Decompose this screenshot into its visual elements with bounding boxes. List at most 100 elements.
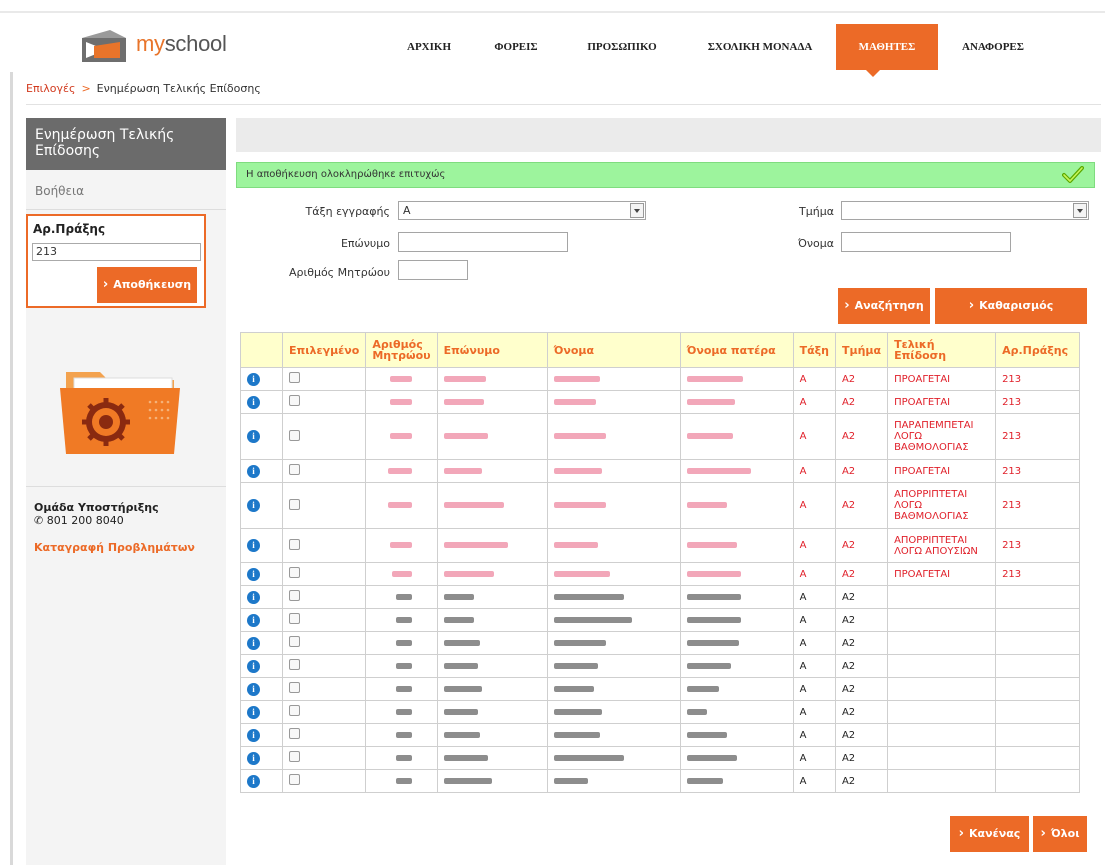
- table-row[interactable]: i Α Α2: [240, 769, 1081, 793]
- info-icon[interactable]: i: [247, 590, 260, 604]
- col-header-patronymo[interactable]: Όνομα πατέρα: [679, 332, 794, 368]
- select-checkbox[interactable]: [289, 659, 300, 670]
- table-cell: [436, 677, 548, 701]
- table-cell: [436, 585, 548, 609]
- info-icon[interactable]: i: [247, 395, 260, 409]
- table-row[interactable]: i Α Α2: [240, 677, 1081, 701]
- nav-prosopiko[interactable]: ΠΡΟΣΩΠΙΚΟ: [572, 24, 672, 70]
- col-header-onoma[interactable]: Όνομα: [546, 332, 681, 368]
- myschool-logo[interactable]: myschool: [80, 28, 240, 64]
- select-checkbox[interactable]: [289, 429, 300, 441]
- sidebar: Ενημέρωση Τελικής Επίδοσης Βοήθεια Αρ.Πρ…: [26, 118, 226, 865]
- redacted-patronymo: [686, 639, 739, 646]
- info-icon[interactable]: i: [247, 464, 260, 478]
- tmima-select[interactable]: [841, 201, 1089, 220]
- info-icon[interactable]: i: [247, 430, 260, 443]
- help-link[interactable]: Βοήθεια: [35, 184, 84, 198]
- table-row[interactable]: i Α Α2: [240, 585, 1081, 609]
- info-icon[interactable]: i: [247, 539, 260, 552]
- praxi-input[interactable]: 213: [32, 243, 201, 261]
- table-row[interactable]: i Α Α2: [240, 631, 1081, 655]
- onoma-input[interactable]: [841, 232, 1011, 252]
- table-cell: 213: [995, 459, 1081, 483]
- table-row[interactable]: i Α Α2 ΠΡΟΑΓΕΤΑΙ 213: [240, 390, 1081, 414]
- table-row[interactable]: i Α Α2 ΠΡΟΑΓΕΤΑΙ 213: [240, 367, 1081, 391]
- info-icon[interactable]: i: [247, 636, 260, 650]
- table-row[interactable]: i Α Α2 ΠΡΟΑΓΕΤΑΙ 213: [240, 562, 1081, 586]
- table-cell: [679, 723, 794, 747]
- select-checkbox[interactable]: [289, 636, 300, 647]
- col-header-praxi[interactable]: Αρ.Πράξης: [995, 332, 1081, 368]
- cell-tmima: Α2: [841, 396, 856, 408]
- nav-school-unit[interactable]: ΣΧΟΛΙΚΗ ΜΟΝΑΔΑ: [690, 24, 830, 70]
- table-row[interactable]: i Α Α2: [240, 746, 1081, 770]
- select-checkbox[interactable]: [289, 590, 300, 601]
- select-checkbox[interactable]: [289, 774, 300, 785]
- table-row[interactable]: i Α Α2 ΠΑΡΑΠΕΜΠΕΤΑΙ ΛΟΓΩ ΒΑΘΜΟΛΟΓΙΑΣ 213: [240, 413, 1081, 460]
- col-header-mitroo[interactable]: Αριθμός Μητρώου: [365, 332, 438, 368]
- select-all-button[interactable]: Όλοι: [1033, 816, 1087, 852]
- report-problems-link[interactable]: Καταγραφή Προβλημάτων: [34, 541, 195, 554]
- table-cell: Α2: [834, 585, 889, 609]
- save-button[interactable]: Αποθήκευση: [97, 267, 197, 303]
- search-button[interactable]: Αναζήτηση: [838, 288, 930, 324]
- col-header-eponymo[interactable]: Επώνυμο: [436, 332, 548, 368]
- table-row[interactable]: i Α Α2: [240, 654, 1081, 678]
- info-icon[interactable]: i: [247, 728, 260, 742]
- table-cell: [281, 528, 367, 563]
- cell-tmima: Α2: [841, 568, 856, 580]
- select-checkbox[interactable]: [289, 728, 300, 739]
- mitroo-input[interactable]: [398, 260, 468, 280]
- col-header-selected[interactable]: Επιλεγμένο: [281, 332, 367, 368]
- cell-tmima: Α2: [841, 591, 856, 603]
- table-cell: i: [240, 562, 283, 586]
- redacted-mitroo: [396, 754, 413, 761]
- select-checkbox[interactable]: [289, 538, 300, 550]
- clear-criteria-button[interactable]: Καθαρισμός κριτηρίων: [935, 288, 1087, 348]
- info-icon[interactable]: i: [247, 659, 260, 673]
- select-checkbox[interactable]: [289, 613, 300, 624]
- info-icon[interactable]: i: [247, 613, 260, 627]
- col-header-taxi[interactable]: Τάξη: [792, 332, 836, 368]
- table-row[interactable]: i Α Α2: [240, 608, 1081, 632]
- table-row[interactable]: i Α Α2: [240, 700, 1081, 724]
- cell-tmima: Α2: [841, 614, 856, 626]
- table-cell: [887, 654, 997, 678]
- info-icon[interactable]: i: [247, 372, 260, 386]
- nav-foreis[interactable]: ΦΟΡΕΙΣ: [486, 24, 546, 70]
- eponymo-input[interactable]: [398, 232, 568, 252]
- select-checkbox[interactable]: [289, 395, 300, 406]
- select-none-button[interactable]: Κανένας: [950, 816, 1029, 852]
- table-row[interactable]: i Α Α2 ΑΠΟΡΡΙΠΤΕΤΑΙ ΛΟΓΩ ΒΑΘΜΟΛΟΓΙΑΣ 213: [240, 482, 1081, 529]
- table-cell: [546, 746, 681, 770]
- nav-students[interactable]: ΜΑΘΗΤΕΣ: [836, 24, 938, 70]
- col-header-tmima[interactable]: Τμήμα: [834, 332, 889, 368]
- table-row[interactable]: i Α Α2: [240, 723, 1081, 747]
- info-icon[interactable]: i: [247, 705, 260, 719]
- support-phone-number: 801 200 8040: [46, 514, 124, 527]
- table-cell: [546, 654, 681, 678]
- select-checkbox[interactable]: [289, 464, 300, 475]
- info-icon[interactable]: i: [247, 774, 260, 788]
- nav-home[interactable]: ΑΡΧΙΚΗ: [398, 24, 460, 70]
- col-header-epidosi[interactable]: Τελική Επίδοση: [887, 332, 997, 368]
- nav-reports[interactable]: ΑΝΑΦΟΡΕΣ: [948, 24, 1038, 70]
- taxi-select[interactable]: Α: [398, 201, 646, 220]
- table-cell: [995, 746, 1081, 770]
- info-icon[interactable]: i: [247, 499, 260, 512]
- select-checkbox[interactable]: [289, 372, 300, 383]
- select-checkbox[interactable]: [289, 682, 300, 693]
- table-row[interactable]: i Α Α2 ΠΡΟΑΓΕΤΑΙ 213: [240, 459, 1081, 483]
- select-checkbox[interactable]: [289, 498, 300, 510]
- select-checkbox[interactable]: [289, 567, 300, 578]
- support-phone: ✆ 801 200 8040: [34, 514, 124, 527]
- select-checkbox[interactable]: [289, 751, 300, 762]
- select-checkbox[interactable]: [289, 705, 300, 716]
- cell-tmima: Α2: [841, 706, 856, 718]
- info-icon[interactable]: i: [247, 567, 260, 581]
- breadcrumb-root-link[interactable]: Επιλογές: [26, 82, 75, 95]
- info-icon[interactable]: i: [247, 682, 260, 696]
- table-row[interactable]: i Α Α2 ΑΠΟΡΡΙΠΤΕΤΑΙ ΛΟΓΩ ΑΠΟΥΣΙΩΝ 213: [240, 528, 1081, 563]
- table-cell: [546, 482, 681, 529]
- info-icon[interactable]: i: [247, 751, 260, 765]
